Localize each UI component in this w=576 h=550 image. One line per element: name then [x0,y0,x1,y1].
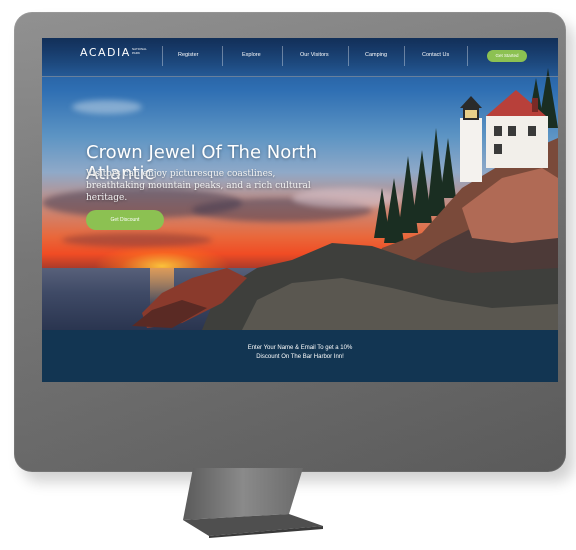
get-started-button[interactable]: Get Started [487,50,527,62]
nav-divider [282,46,283,66]
site-logo-subtitle: NATIONAL PARK [132,47,147,55]
hero-subtext: Visitors can enjoy picturesque coastline… [86,169,311,203]
nav-item-register[interactable]: Register [178,52,198,58]
nav-item-explore[interactable]: Explore [242,52,261,58]
nav-divider [222,46,223,66]
discount-banner-line-2: Discount On The Bar Harbor Inn! [256,354,344,360]
top-navigation: ACADIA NATIONAL PARK Register Explore Ou… [42,38,558,77]
discount-banner: Enter Your Name & Email To get a 10% Dis… [42,330,558,382]
nav-item-contact-us[interactable]: Contact Us [422,52,449,58]
get-discount-button[interactable]: Get Discount [86,210,164,230]
discount-banner-line-1: Enter Your Name & Email To get a 10% [247,345,353,351]
nav-item-camping[interactable]: Camping [365,52,387,58]
nav-item-our-visitors[interactable]: Our Visitors [300,52,329,58]
nav-divider [348,46,349,66]
monitor-frame: ACADIA NATIONAL PARK Register Explore Ou… [14,12,566,472]
lighthouse [460,96,482,182]
discount-banner-text: Enter Your Name & Email To get a 10% Dis… [42,344,558,362]
nav-divider [467,46,468,66]
nav-divider [404,46,405,66]
website-screen: ACADIA NATIONAL PARK Register Explore Ou… [42,38,558,382]
site-logo[interactable]: ACADIA [80,46,131,59]
monitor-stand [183,468,323,538]
hero-section: ACADIA NATIONAL PARK Register Explore Ou… [42,38,558,330]
nav-divider [162,46,163,66]
